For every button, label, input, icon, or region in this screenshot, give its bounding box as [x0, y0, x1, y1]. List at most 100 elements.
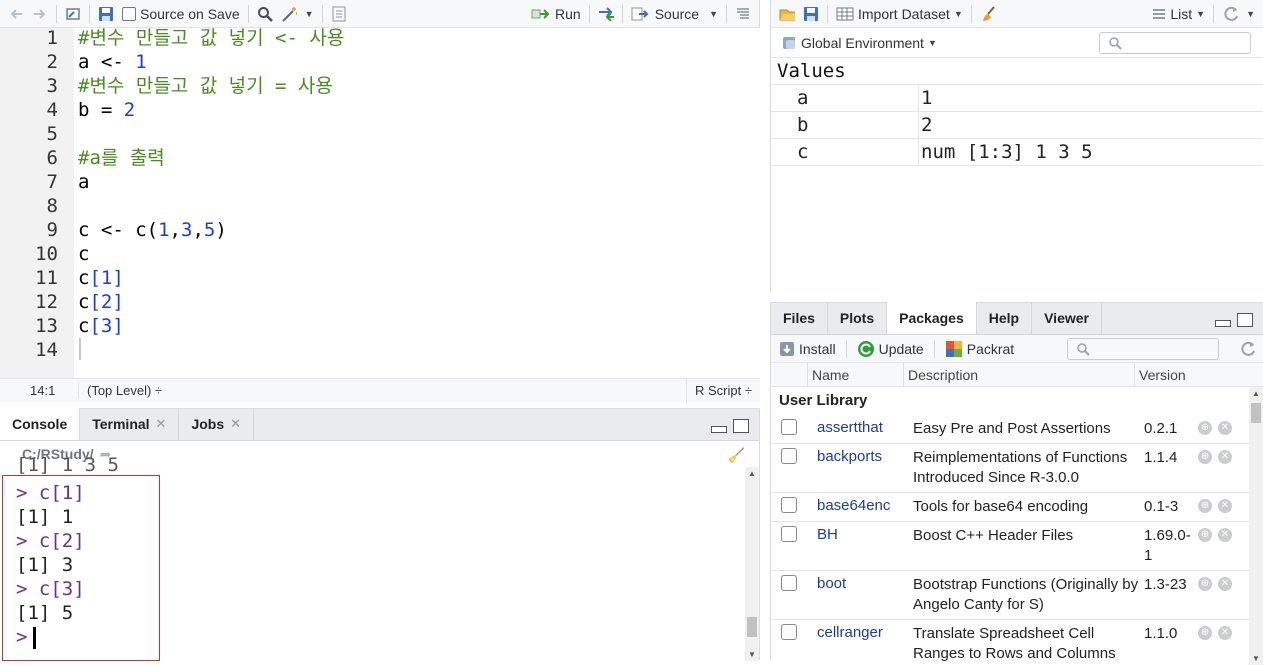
close-icon[interactable]: ✕	[156, 416, 167, 432]
globe-icon[interactable]: ⊕	[1198, 577, 1212, 591]
description-column-header[interactable]: Description	[903, 362, 1134, 387]
package-load-checkbox[interactable]	[781, 419, 797, 435]
packrat-button[interactable]: Packrat	[945, 340, 1014, 358]
code-line[interactable]: 4 b = 2	[0, 98, 760, 122]
chevron-down-icon[interactable]: ▼	[1246, 9, 1255, 19]
rerun-icon[interactable]	[598, 6, 614, 22]
compile-report-icon[interactable]	[331, 6, 347, 22]
close-icon[interactable]: ✕	[230, 416, 241, 432]
remove-package-icon[interactable]: ✕	[1218, 499, 1232, 513]
forward-arrow-icon[interactable]	[32, 6, 48, 22]
code-line[interactable]: 6 #a를 출력	[0, 146, 760, 170]
show-in-window-icon[interactable]	[65, 6, 81, 22]
minimize-pane-icon[interactable]	[1215, 320, 1231, 327]
code-line[interactable]: 11 c[1]	[0, 266, 760, 290]
code-line[interactable]: 14	[0, 338, 760, 362]
environment-row[interactable]: a1	[771, 84, 1263, 112]
back-arrow-icon[interactable]	[8, 6, 24, 22]
package-load-checkbox[interactable]	[781, 526, 797, 542]
search-icon[interactable]	[257, 6, 273, 22]
code-line[interactable]: 5	[0, 122, 760, 146]
package-load-checkbox[interactable]	[781, 624, 797, 640]
environment-row[interactable]: b2	[771, 111, 1263, 139]
code-line[interactable]: 2 a <- 1	[0, 50, 760, 74]
globe-icon[interactable]: ⊕	[1198, 528, 1212, 542]
globe-icon[interactable]: ⊕	[1198, 421, 1212, 435]
tab-packages[interactable]: Packages	[887, 302, 977, 334]
scrollbar-thumb[interactable]	[1251, 403, 1261, 423]
package-load-checkbox[interactable]	[781, 448, 797, 464]
globe-icon[interactable]: ⊕	[1198, 450, 1212, 464]
code-line[interactable]: 8	[0, 194, 760, 218]
remove-package-icon[interactable]: ✕	[1218, 421, 1232, 435]
run-button[interactable]: Run	[531, 6, 581, 22]
file-type-selector[interactable]: R Script ÷	[686, 378, 760, 403]
document-outline-icon[interactable]	[735, 6, 751, 22]
globe-icon[interactable]: ⊕	[1198, 499, 1212, 513]
environment-row[interactable]: c num [1:3] 1 3 5	[771, 138, 1263, 166]
code-line[interactable]: 9c <- c(1,3,5)	[0, 218, 760, 242]
version-column-header[interactable]: Version	[1134, 362, 1214, 387]
import-dataset-button[interactable]: Import Dataset ▼	[836, 6, 963, 22]
package-name-link[interactable]: cellranger	[817, 624, 913, 664]
save-icon[interactable]	[803, 6, 819, 22]
package-name-link[interactable]: backports	[817, 448, 913, 488]
remove-package-icon[interactable]: ✕	[1218, 577, 1232, 591]
source-on-save-checkbox[interactable]	[122, 6, 136, 21]
source-on-save-toggle[interactable]: Source on Save	[122, 6, 240, 22]
code-editor[interactable]: 1 #변수 만들고 값 넣기 <- 사용 2 a <- 1 3 #변수 만들고 값 넣기 …	[0, 26, 760, 378]
code-line[interactable]: 7a	[0, 170, 760, 194]
clear-console-broom-icon[interactable]: 🧹	[728, 447, 745, 464]
clear-workspace-broom-icon[interactable]	[980, 5, 996, 22]
package-name-link[interactable]: base64enc	[817, 497, 913, 517]
package-name-link[interactable]: assertthat	[817, 419, 913, 439]
code-line[interactable]: 3 #변수 만들고 값 넣기 = 사용	[0, 74, 760, 98]
chevron-down-icon[interactable]: ▼	[305, 9, 314, 19]
update-button[interactable]: Update	[857, 340, 924, 358]
environment-scope-selector[interactable]: Global Environment ▼	[781, 35, 937, 51]
tab-files[interactable]: Files	[771, 302, 828, 334]
remove-package-icon[interactable]: ✕	[1218, 450, 1232, 464]
refresh-icon[interactable]	[1222, 6, 1239, 22]
package-load-checkbox[interactable]	[781, 497, 797, 513]
scroll-down-arrow-icon[interactable]: ▼	[748, 650, 756, 659]
view-mode-selector[interactable]: List ▼	[1152, 6, 1205, 22]
maximize-pane-icon[interactable]	[733, 419, 749, 433]
tab-terminal[interactable]: Terminal ✕	[80, 408, 180, 440]
package-load-checkbox[interactable]	[781, 575, 797, 591]
save-icon[interactable]	[98, 6, 114, 22]
packages-scrollbar[interactable]: ▲ ▼	[1249, 387, 1263, 665]
code-line[interactable]: 10 c	[0, 242, 760, 266]
maximize-pane-icon[interactable]	[1237, 313, 1253, 327]
code-line[interactable]: 13 c[3]	[0, 314, 760, 338]
name-column-header[interactable]: Name	[807, 362, 903, 387]
globe-icon[interactable]: ⊕	[1198, 626, 1212, 640]
scroll-up-arrow-icon[interactable]: ▲	[1252, 389, 1260, 398]
console-scrollbar[interactable]: ▲ ▼	[745, 467, 759, 661]
scroll-up-arrow-icon[interactable]: ▲	[748, 469, 756, 478]
remove-package-icon[interactable]: ✕	[1218, 528, 1232, 542]
chevron-down-icon[interactable]: ▼	[709, 9, 718, 19]
package-description: Boost C++ Header Files	[913, 527, 1074, 544]
scroll-down-arrow-icon[interactable]: ▼	[1252, 654, 1260, 663]
code-line[interactable]: 1 #변수 만들고 값 넣기 <- 사용	[0, 26, 760, 50]
packages-search-input[interactable]	[1067, 338, 1219, 360]
code-tools-wand-icon[interactable]	[281, 6, 297, 22]
tab-help[interactable]: Help	[977, 302, 1033, 334]
source-button[interactable]: Source ▼	[631, 6, 718, 22]
package-name-link[interactable]: boot	[817, 575, 913, 615]
package-name-link[interactable]: BH	[817, 526, 913, 566]
code-line[interactable]: 12 c[2]	[0, 290, 760, 314]
tab-viewer[interactable]: Viewer	[1032, 302, 1102, 334]
install-button[interactable]: Install	[779, 341, 836, 357]
refresh-icon[interactable]	[1239, 341, 1255, 357]
minimize-pane-icon[interactable]	[711, 426, 727, 433]
scrollbar-thumb[interactable]	[747, 617, 757, 637]
tab-plots[interactable]: Plots	[828, 302, 888, 334]
open-folder-icon[interactable]	[779, 6, 795, 22]
scope-selector[interactable]: (Top Level) ÷	[78, 383, 162, 398]
remove-package-icon[interactable]: ✕	[1218, 626, 1232, 640]
tab-jobs[interactable]: Jobs ✕	[179, 408, 255, 440]
tab-console[interactable]: Console	[0, 408, 81, 440]
environment-search-input[interactable]	[1099, 32, 1251, 54]
